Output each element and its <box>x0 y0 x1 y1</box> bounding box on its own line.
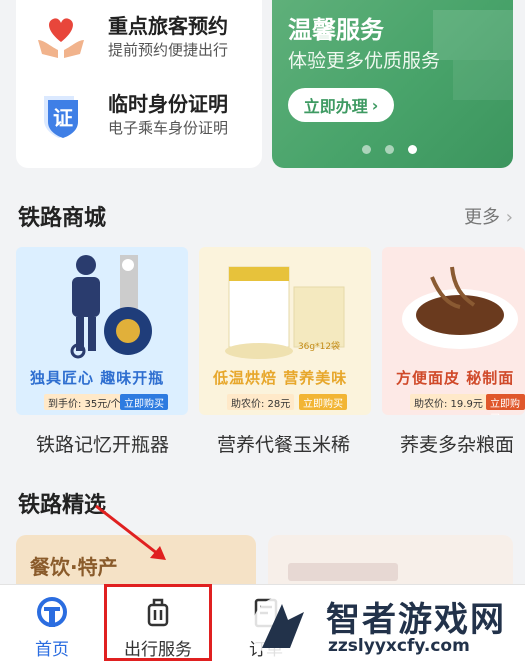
promo-banner[interactable]: 温馨服务 体验更多优质服务 立即办理 › <box>272 0 513 168</box>
svg-text:证: 证 <box>53 106 73 130</box>
product-price: 助农价: 28元 <box>227 394 295 410</box>
buy-now-button[interactable]: 立即购买 <box>486 394 525 415</box>
id-shield-icon: 证 <box>34 90 88 140</box>
services-card: 重点旅客预约 提前预约便捷出行 证 临时身份证明 电子乘车身份证明 <box>16 0 262 168</box>
product-card-buckwheat-noodles[interactable]: 方便面皮 秘制面 助农价: 19.9元 立即购买 <box>382 247 525 415</box>
mall-section-title: 铁路商城 <box>18 206 107 231</box>
apply-now-button[interactable]: 立即办理 › <box>288 88 394 122</box>
product-name[interactable]: 铁路记忆开瓶器 <box>36 430 169 457</box>
carousel-dot-active[interactable] <box>408 145 417 154</box>
carousel-dot[interactable] <box>385 145 394 154</box>
service-subtitle: 提前预约便捷出行 <box>108 41 229 59</box>
buy-now-button[interactable]: 立即购买 <box>120 394 168 410</box>
product-image <box>70 255 152 359</box>
carousel-dot[interactable] <box>362 145 371 154</box>
heart-hands-icon <box>34 12 88 62</box>
watermark: 智者游戏网 zzslyyxcfy.com <box>244 590 525 666</box>
watermark-logo-icon <box>252 596 316 660</box>
chevron-right-icon: › <box>505 207 513 228</box>
banner-title: 温馨服务 <box>288 16 384 44</box>
service-subtitle: 电子乘车身份证明 <box>108 119 229 137</box>
service-item-temp-id[interactable]: 证 临时身份证明 电子乘车身份证明 <box>16 84 262 146</box>
service-title: 重点旅客预约 <box>108 14 228 38</box>
apply-now-label: 立即办理 <box>303 97 368 116</box>
product-name[interactable]: 荞麦多杂粮面 <box>400 430 514 457</box>
watermark-text: 智者游戏网 <box>326 600 506 640</box>
service-item-priority-passenger[interactable]: 重点旅客预约 提前预约便捷出行 <box>16 6 262 68</box>
buy-now-button[interactable]: 立即购买 <box>299 394 347 410</box>
product-image: 36g*12袋 <box>225 266 345 359</box>
tab-home[interactable]: 首页 <box>22 585 82 666</box>
watermark-url: zzslyyxcfy.com <box>328 636 470 656</box>
tab-label: 首页 <box>35 640 69 660</box>
banner-subtitle: 体验更多优质服务 <box>288 50 441 72</box>
highlight-box <box>104 584 212 661</box>
selected-section-title: 铁路精选 <box>18 493 107 518</box>
service-title: 临时身份证明 <box>108 92 228 116</box>
product-price: 到手价: 35元/个 <box>44 394 125 410</box>
product-tagline: 方便面皮 秘制面 <box>396 369 515 387</box>
product-image <box>402 266 518 349</box>
carousel-indicator[interactable] <box>362 145 417 154</box>
selected-card-label: 餐饮·特产 <box>30 555 118 579</box>
product-card-corn-porridge[interactable]: 36g*12袋 低温烘焙 营养美味 助农价: 28元 立即购买 <box>199 247 371 415</box>
product-tagline: 独具匠心 趣味开瓶 <box>30 369 165 387</box>
svg-text:36g*12袋: 36g*12袋 <box>298 340 340 352</box>
product-name[interactable]: 营养代餐玉米稀 <box>217 430 350 457</box>
chevron-right-icon: › <box>371 95 379 115</box>
blurred-placeholder <box>288 563 398 581</box>
product-card-bottle-opener[interactable]: 独具匠心 趣味开瓶 到手价: 35元/个 立即购买 <box>16 247 188 415</box>
mall-more-link[interactable]: 更多 › <box>464 203 513 229</box>
railway-logo-icon <box>35 595 69 629</box>
product-tagline: 低温烘焙 营养美味 <box>213 369 348 387</box>
more-label: 更多 <box>464 207 501 228</box>
product-price: 助农价: 19.9元 <box>410 394 487 410</box>
